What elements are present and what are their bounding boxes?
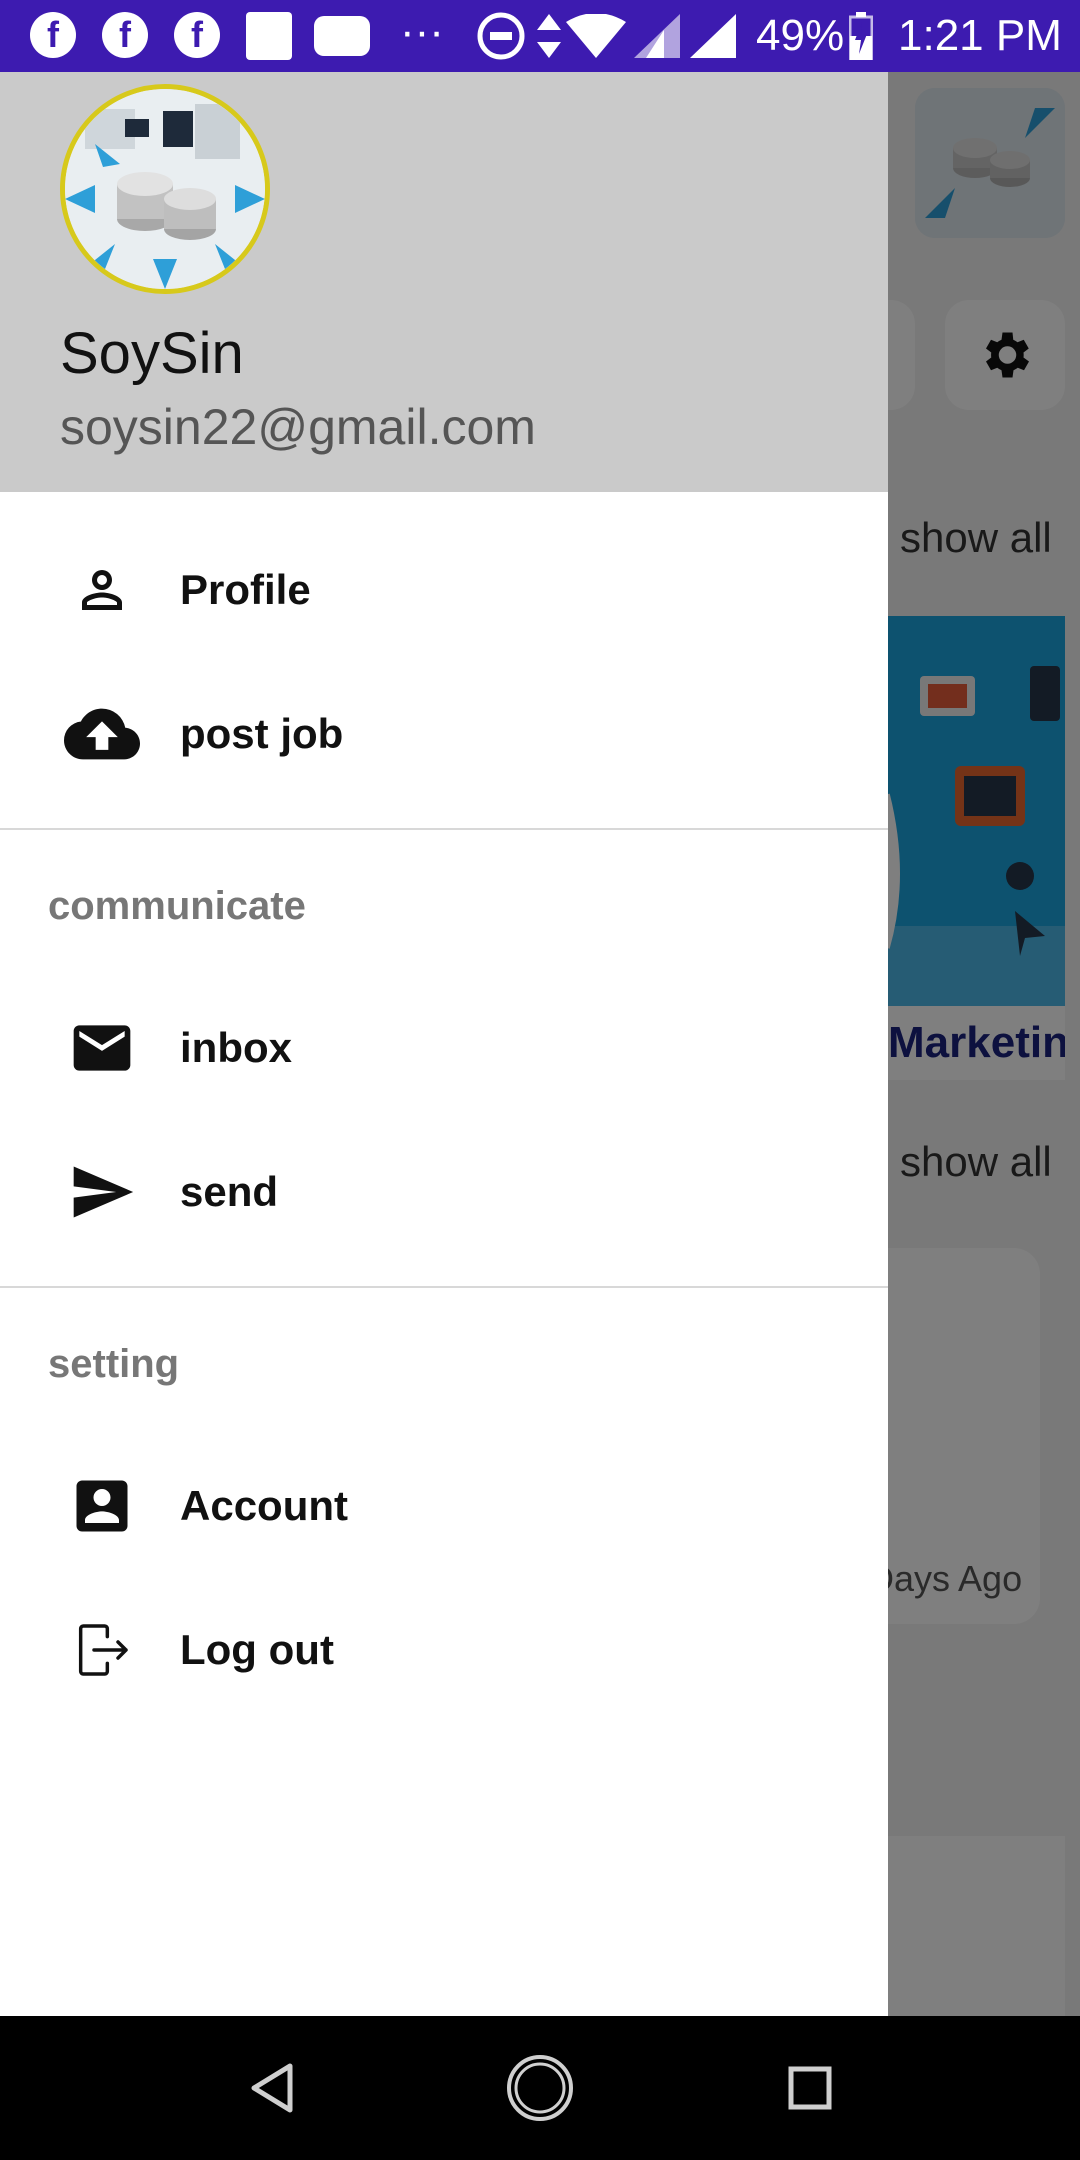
- battery-icon: [848, 12, 874, 60]
- system-navigation-bar: [0, 2016, 1080, 2160]
- user-name: SoySin: [60, 321, 244, 386]
- section-title-communicate: communicate: [48, 884, 306, 928]
- divider: [0, 1286, 888, 1288]
- facebook-notification-icon: f: [102, 12, 148, 58]
- drawer-header: SoySin soysin22@gmail.com: [0, 72, 888, 492]
- menu-label: Account: [180, 1482, 348, 1529]
- menu-item-profile[interactable]: Profile: [0, 530, 888, 650]
- home-button[interactable]: [504, 2052, 576, 2124]
- recents-button[interactable]: [774, 2052, 846, 2124]
- menu-label: Log out: [180, 1626, 334, 1673]
- person-outline-icon: [62, 550, 142, 630]
- section-title-setting: setting: [48, 1342, 180, 1386]
- user-email: soysin22@gmail.com: [60, 399, 536, 455]
- do-not-disturb-icon: [476, 12, 526, 60]
- more-notifications-indicator: ···: [400, 7, 444, 56]
- user-avatar[interactable]: [60, 84, 270, 294]
- facebook-notification-icon: f: [30, 12, 76, 58]
- status-bar: f f f ··· 49% 1:21 PM: [0, 0, 1080, 72]
- menu-item-post-job[interactable]: post job: [0, 674, 888, 794]
- account-box-icon: [62, 1466, 142, 1546]
- wifi-icon: [566, 12, 626, 60]
- cell-signal-icon: [690, 12, 736, 60]
- menu-label: Profile: [180, 566, 311, 613]
- logout-icon: [62, 1610, 142, 1690]
- menu-label: post job: [180, 710, 344, 757]
- menu-label: send: [180, 1168, 279, 1215]
- cell-signal-icon: [634, 12, 680, 60]
- menu-label: inbox: [180, 1024, 292, 1071]
- cloud-upload-icon: [62, 694, 142, 774]
- menu-item-account[interactable]: Account: [0, 1446, 888, 1566]
- facebook-notification-icon: f: [174, 12, 220, 58]
- menu-item-send[interactable]: send: [0, 1132, 888, 1252]
- data-transfer-icon: [536, 12, 562, 60]
- divider: [0, 828, 888, 830]
- clock: 1:21 PM: [898, 11, 1062, 60]
- calendar-app-notification-icon: [246, 12, 292, 60]
- youtube-notification-icon: [314, 12, 370, 60]
- back-button[interactable]: [236, 2052, 308, 2124]
- battery-percentage: 49%: [756, 11, 845, 60]
- menu-item-inbox[interactable]: inbox: [0, 988, 888, 1108]
- navigation-drawer: SoySin soysin22@gmail.com Profile post j…: [0, 72, 888, 2016]
- menu-item-log-out[interactable]: Log out: [0, 1590, 888, 1710]
- mail-icon: [62, 1008, 142, 1088]
- send-icon: [62, 1152, 142, 1232]
